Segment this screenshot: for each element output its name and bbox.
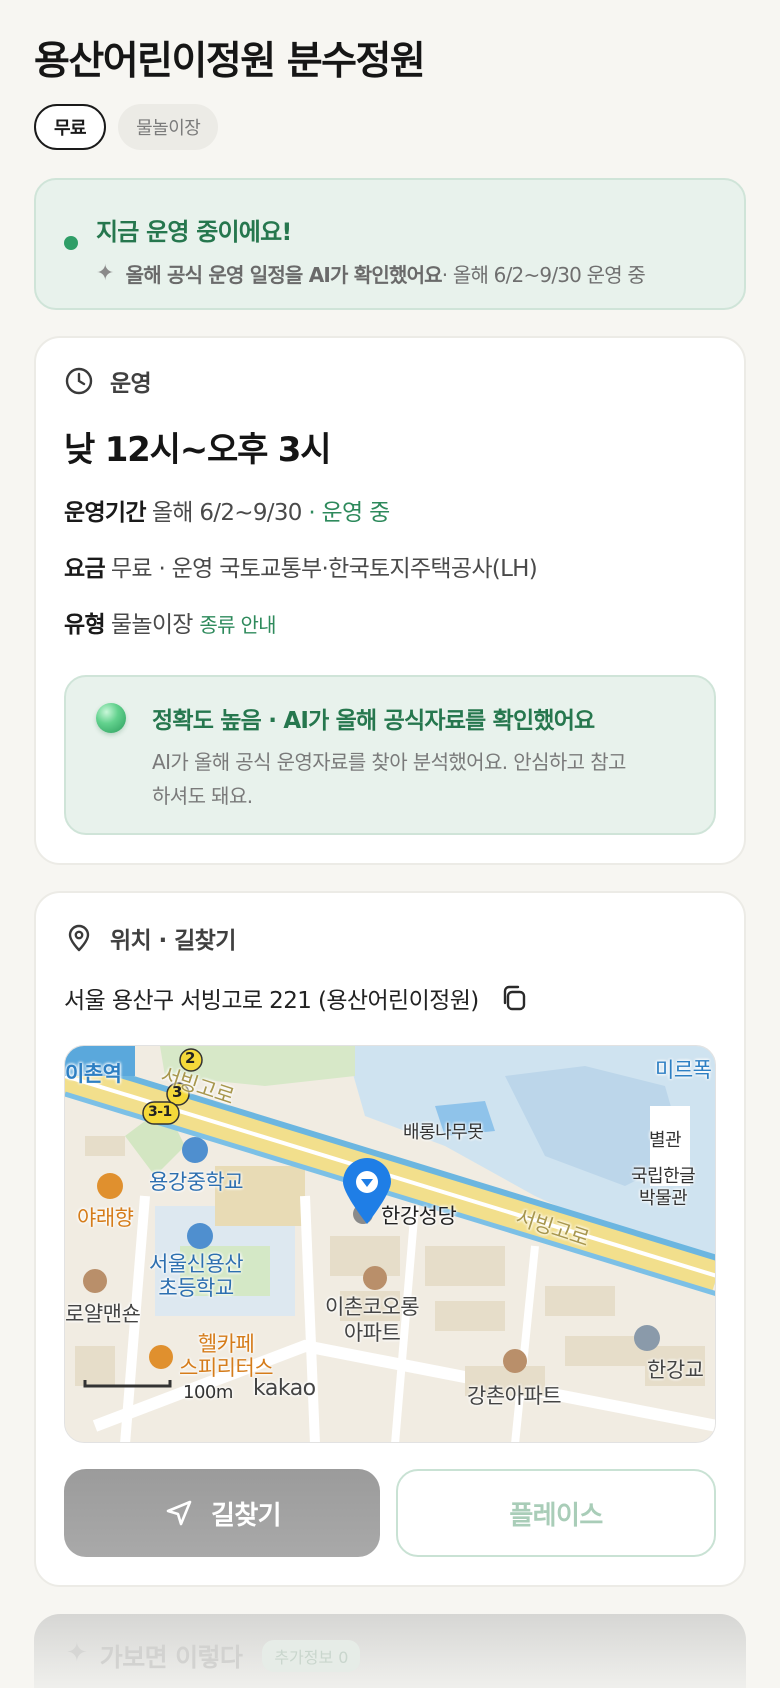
operation-section-label: 운영 [110, 371, 152, 397]
fee-label: 요금 [64, 556, 106, 582]
tag-chips: 무료 물놀이장 [34, 104, 746, 150]
operation-card: 운영 낮 12시~오후 3시 운영기간 올해 6/2~9/30 · 운영 중 요금… [34, 336, 746, 865]
address-text: 서울 용산구 서빙고로 221 (용산어린이정원) [64, 988, 479, 1014]
fee-row: 요금 무료 · 운영 국토교통부·한국토지주택공사(LH) [64, 549, 716, 583]
status-title: 지금 운영 중이에요! [96, 218, 292, 246]
period-value: 올해 6/2~9/30 [151, 500, 303, 526]
sparkle-icon: ✦ [66, 1638, 88, 1668]
accuracy-title: 정확도 높음 · AI가 올해 공식자료를 확인했어요 [152, 708, 595, 734]
next-section-title: 가보면 이렇다 [99, 1643, 243, 1672]
period-status: · 운영 중 [301, 500, 390, 526]
map-scale-label: 100m [183, 1382, 233, 1403]
copy-icon[interactable] [499, 983, 529, 1013]
accuracy-box: 정확도 높음 · AI가 올해 공식자료를 확인했어요 AI가 올해 공식 운영… [64, 675, 716, 835]
directions-button[interactable]: 길찾기 [64, 1469, 380, 1557]
map-label-hangang-church: 한강성당 [381, 1204, 457, 1228]
map-label-gangchon: 강촌아파트 [467, 1384, 562, 1408]
map-label-mansion: 로얄맨숀 [65, 1302, 141, 1326]
status-subtitle: ✦ 올해 공식 운영 일정을 AI가 확인했어요 · 올해 6/2~9/30 운… [96, 259, 744, 288]
address-row: 서울 용산구 서빙고로 221 (용산어린이정원) [64, 981, 716, 1015]
status-dot-icon [64, 236, 78, 250]
status-banner: 지금 운영 중이에요! ✦ 올해 공식 운영 일정을 AI가 확인했어요 · 올… [34, 178, 746, 310]
directions-button-label: 길찾기 [211, 1500, 282, 1531]
map-label-cafe: 헬카페 스피리터스 [179, 1332, 274, 1380]
status-sub-strong: 올해 공식 운영 일정을 AI가 확인했어요 [125, 263, 443, 287]
navigation-arrow-icon [163, 1497, 195, 1529]
operation-section-header: 운영 [64, 364, 716, 398]
page: 용산어린이정원 분수정원 무료 물놀이장 지금 운영 중이에요! ✦ 올해 공식… [0, 0, 780, 1587]
map-badge-3: 3 [172, 1083, 182, 1101]
clock-icon [64, 366, 94, 396]
fee-value: 무료 · 운영 국토교통부·한국토지주택공사(LH) [110, 556, 538, 582]
map-view[interactable]: 이촌역 서빙고로 미르폭 배롱나무못 별관 국립한글 박물관 용강중학교 야래향… [64, 1045, 716, 1443]
map-label-baerong: 배롱나무못 [403, 1122, 484, 1143]
chip-free[interactable]: 무료 [34, 104, 107, 150]
type-value: 물놀이장 [110, 612, 194, 638]
location-section-label: 위치 · 길찾기 [110, 928, 236, 954]
map-badge-3-1: 3-1 [148, 1104, 172, 1120]
accuracy-orb-icon [96, 703, 126, 733]
map-label-ichon-station: 이촌역 [65, 1062, 122, 1086]
next-section-badge: 추가정보 0 [262, 1640, 361, 1672]
location-buttons: 길찾기 플레이스 [64, 1469, 716, 1557]
map-label-ichon-kolon: 이촌코오롱 아파트 [325, 1295, 420, 1345]
next-section-card: ✦ 가보면 이렇다 추가정보 0 [34, 1614, 746, 1688]
type-label: 유형 [64, 612, 106, 638]
map-brand-label: kakao [253, 1376, 316, 1401]
location-card: 위치 · 길찾기 서울 용산구 서빙고로 221 (용산어린이정원) 이촌역 서… [34, 891, 746, 1587]
map-label-yaraehyang: 야래향 [77, 1206, 134, 1230]
page-title: 용산어린이정원 분수정원 [34, 39, 426, 84]
map-label-byeolgwan: 별관 [649, 1130, 682, 1151]
map-badge-2: 2 [185, 1049, 195, 1067]
type-guide-link[interactable]: 종류 안내 [199, 613, 276, 637]
map-label-yonggang-middle: 용강중학교 [149, 1170, 244, 1194]
status-sub-rest: · 올해 6/2~9/30 운영 중 [441, 263, 646, 287]
chip-water-play[interactable]: 물놀이장 [118, 104, 219, 150]
type-row: 유형 물놀이장 종류 안내 [64, 605, 716, 639]
operating-hours: 낮 12시~오후 3시 [64, 430, 332, 470]
accuracy-body: AI가 올해 공식 운영자료를 찾아 분석했어요. 안심하고 참고하셔도 돼요. [152, 750, 626, 808]
map-label-hangang-bridge: 한강교 [647, 1358, 704, 1382]
map-label-shinyongsan-elem: 서울신용산 초등학교 [149, 1252, 244, 1300]
period-label: 운영기간 [64, 500, 147, 526]
map-label-mireu: 미르폭 [655, 1058, 712, 1082]
period-row: 운영기간 올해 6/2~9/30 · 운영 중 [64, 493, 716, 527]
sparkle-icon: ✦ [96, 261, 114, 286]
location-pin-icon [64, 923, 94, 953]
place-button[interactable]: 플레이스 [396, 1469, 716, 1557]
location-section-header: 위치 · 길찾기 [64, 921, 716, 955]
map-label-museum: 국립한글 박물관 [631, 1166, 696, 1209]
